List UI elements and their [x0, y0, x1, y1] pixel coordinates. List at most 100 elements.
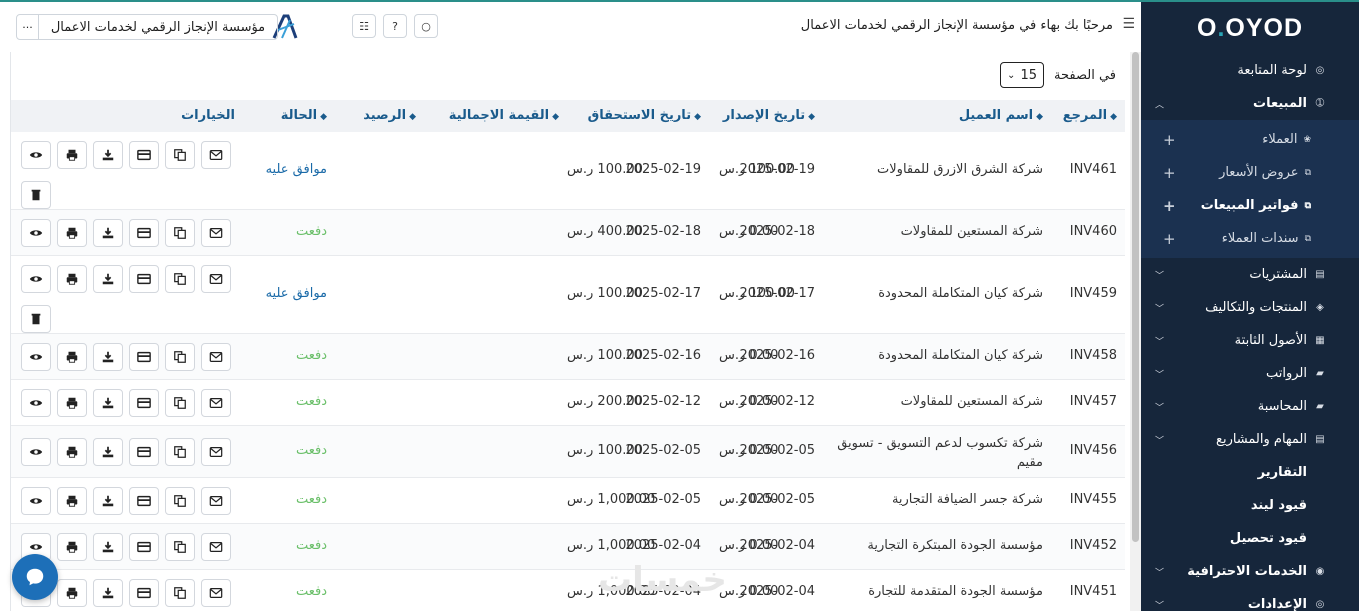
copy-icon[interactable]	[165, 141, 195, 169]
download-icon[interactable]	[93, 487, 123, 515]
view-icon[interactable]	[21, 343, 51, 371]
mail-icon[interactable]	[201, 141, 231, 169]
submenu-item[interactable]: ⧉ عروض الأسعار +	[1141, 156, 1359, 189]
view-icon[interactable]	[21, 487, 51, 515]
copy-icon[interactable]	[165, 265, 195, 293]
view-icon[interactable]	[21, 219, 51, 247]
payment-card-icon[interactable]	[129, 487, 159, 515]
app-logo[interactable]: O. OYOD	[1141, 2, 1359, 54]
sidebar-item-services[interactable]: ◉ الخدمات الاحترافية ﹀	[1141, 555, 1359, 588]
table-row[interactable]: INV459 شركة كيان المتكاملة المحدودة 2025-0…	[11, 256, 1125, 334]
view-icon[interactable]	[21, 389, 51, 417]
sidebar-item-products[interactable]: ◈ المنتجات والتكاليف ﹀	[1141, 291, 1359, 324]
trash-icon[interactable]	[21, 305, 51, 333]
col-due-date[interactable]: ◆تاريخ الاستحقاق	[588, 108, 701, 123]
invoice-ref[interactable]: INV461	[1070, 162, 1117, 177]
copy-icon[interactable]	[165, 438, 195, 466]
view-icon[interactable]	[21, 265, 51, 293]
print-icon[interactable]	[57, 579, 87, 607]
table-row[interactable]: INV455 شركة جسر الضيافة التجارية 2025-02-0…	[11, 478, 1125, 524]
col-status[interactable]: ◆الحالة	[281, 108, 327, 123]
invoice-ref[interactable]: INV458	[1070, 348, 1117, 363]
table-row[interactable]: INV461 شركة الشرق الازرق للمقاولات 2025-02…	[11, 132, 1125, 210]
scrollbar-thumb[interactable]	[1132, 52, 1139, 542]
company-selector[interactable]: مؤسسة الإنجاز الرقمي لخدمات الاعمال ···	[16, 14, 278, 40]
per-page-select[interactable]: 15 ⌄	[1000, 62, 1045, 88]
payment-card-icon[interactable]	[129, 438, 159, 466]
sidebar-item-payroll[interactable]: ▰ الرواتب ﹀	[1141, 357, 1359, 390]
invoice-ref[interactable]: INV456	[1070, 443, 1117, 458]
sidebar-item-purchases[interactable]: ▤ المشتريات ﹀	[1141, 258, 1359, 291]
download-icon[interactable]	[93, 141, 123, 169]
table-row[interactable]: INV456 شركة تكسوب لدعم التسويق - تسويق مق…	[11, 426, 1125, 478]
col-total[interactable]: ◆القيمة الاجمالية	[449, 108, 559, 123]
table-row[interactable]: INV460 شركة المستعين للمقاولات 2025-02-18 2…	[11, 210, 1125, 256]
mail-icon[interactable]	[201, 343, 231, 371]
plus-icon[interactable]: +	[1163, 197, 1176, 215]
mail-icon[interactable]	[201, 219, 231, 247]
copy-icon[interactable]	[165, 389, 195, 417]
download-icon[interactable]	[93, 579, 123, 607]
invoice-ref[interactable]: INV457	[1070, 394, 1117, 409]
print-icon[interactable]	[57, 389, 87, 417]
download-icon[interactable]	[93, 219, 123, 247]
sidebar-item-sales[interactable]: ➀ المبيعات ︿	[1141, 87, 1359, 120]
payment-card-icon[interactable]	[129, 533, 159, 561]
col-ref[interactable]: ◆المرجع	[1063, 108, 1117, 123]
more-options-icon[interactable]: ···	[17, 15, 39, 39]
sidebar-item-accounting[interactable]: ▰ المحاسبة ﹀	[1141, 390, 1359, 423]
col-issue-date[interactable]: ◆تاريخ الإصدار	[723, 108, 815, 123]
download-icon[interactable]	[93, 343, 123, 371]
payment-card-icon[interactable]	[129, 219, 159, 247]
copy-icon[interactable]	[165, 343, 195, 371]
copy-icon[interactable]	[165, 579, 195, 607]
page-scrollbar[interactable]	[1130, 52, 1141, 611]
download-icon[interactable]	[93, 438, 123, 466]
download-icon[interactable]	[93, 389, 123, 417]
mail-icon[interactable]	[201, 438, 231, 466]
download-icon[interactable]	[93, 533, 123, 561]
copy-icon[interactable]	[165, 219, 195, 247]
payment-card-icon[interactable]	[129, 343, 159, 371]
print-icon[interactable]	[57, 438, 87, 466]
col-client[interactable]: ◆اسم العميل	[959, 108, 1043, 123]
print-icon[interactable]	[57, 265, 87, 293]
mail-icon[interactable]	[201, 533, 231, 561]
submenu-item[interactable]: ⧉ فواتير المبيعات +	[1141, 189, 1359, 222]
mail-icon[interactable]	[201, 265, 231, 293]
sidebar-item-reports[interactable]: التقارير	[1141, 456, 1359, 489]
trash-icon[interactable]	[21, 181, 51, 209]
circle-icon[interactable]: ○	[414, 14, 438, 38]
sidebar-item-journal[interactable]: قيود ليند	[1141, 489, 1359, 522]
help-icon[interactable]: ?	[383, 14, 407, 38]
mail-icon[interactable]	[201, 487, 231, 515]
chat-button[interactable]	[12, 554, 58, 600]
table-row[interactable]: INV458 شركة كيان المتكاملة المحدودة 2025-0…	[11, 334, 1125, 380]
invoice-ref[interactable]: INV452	[1070, 538, 1117, 553]
print-icon[interactable]	[57, 533, 87, 561]
sidebar-item-dashboard[interactable]: ◎ لوحة المتابعة	[1141, 54, 1359, 87]
mail-icon[interactable]	[201, 579, 231, 607]
table-row[interactable]: INV457 شركة المستعين للمقاولات 2025-02-12 2…	[11, 380, 1125, 426]
plus-icon[interactable]: +	[1163, 230, 1176, 248]
invoice-ref[interactable]: INV451	[1070, 584, 1117, 599]
invoice-ref[interactable]: INV460	[1070, 224, 1117, 239]
print-icon[interactable]	[57, 219, 87, 247]
plus-icon[interactable]: +	[1163, 131, 1176, 149]
download-icon[interactable]	[93, 265, 123, 293]
plus-icon[interactable]: +	[1163, 164, 1176, 182]
view-icon[interactable]	[21, 438, 51, 466]
payment-card-icon[interactable]	[129, 141, 159, 169]
print-icon[interactable]	[57, 487, 87, 515]
print-icon[interactable]	[57, 343, 87, 371]
payment-card-icon[interactable]	[129, 579, 159, 607]
table-row[interactable]: INV451 مؤسسة الجودة المتقدمة للتجارة 2025-…	[11, 570, 1125, 611]
mail-icon[interactable]	[201, 389, 231, 417]
sidebar-item-collection[interactable]: قيود تحصيل	[1141, 522, 1359, 555]
payment-card-icon[interactable]	[129, 389, 159, 417]
col-balance[interactable]: ◆الرصيد	[363, 108, 416, 123]
sidebar-item-assets[interactable]: ▦ الأصول الثابتة ﹀	[1141, 324, 1359, 357]
print-icon[interactable]	[57, 141, 87, 169]
invoice-ref[interactable]: INV455	[1070, 492, 1117, 507]
sidebar-item-settings[interactable]: ◎ الإعدادات ﹀	[1141, 588, 1359, 611]
